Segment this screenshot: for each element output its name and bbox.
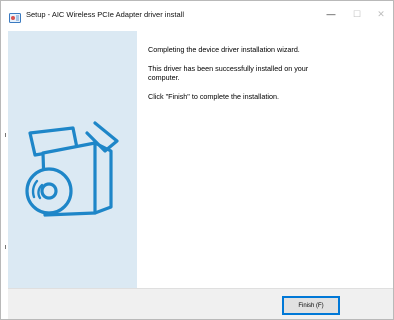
setup-window: Setup - AIC Wireless PCIe Adapter driver…	[0, 0, 394, 320]
close-button[interactable]: ✕	[366, 1, 393, 27]
maximize-icon: ☐	[352, 8, 362, 19]
window-edge-mark	[5, 245, 6, 249]
window-title: Setup - AIC Wireless PCIe Adapter driver…	[26, 10, 184, 19]
setup-app-icon	[9, 10, 21, 23]
title-bar[interactable]: Setup - AIC Wireless PCIe Adapter driver…	[1, 1, 393, 31]
wizard-content: Completing the device driver installatio…	[148, 45, 383, 101]
finish-instruction: Click "Finish" to complete the installat…	[148, 92, 279, 101]
window-edge-mark	[5, 133, 6, 137]
close-icon: ✕	[377, 8, 385, 19]
finish-button[interactable]: Finish (F)	[282, 296, 340, 315]
software-box-with-disc-icon	[25, 103, 125, 223]
success-message: This driver has been successfully instal…	[148, 64, 309, 82]
wizard-footer: Finish (F)	[8, 288, 393, 319]
minimize-icon: —	[326, 9, 336, 19]
completion-heading: Completing the device driver installatio…	[148, 45, 300, 54]
wizard-side-panel	[8, 31, 137, 288]
